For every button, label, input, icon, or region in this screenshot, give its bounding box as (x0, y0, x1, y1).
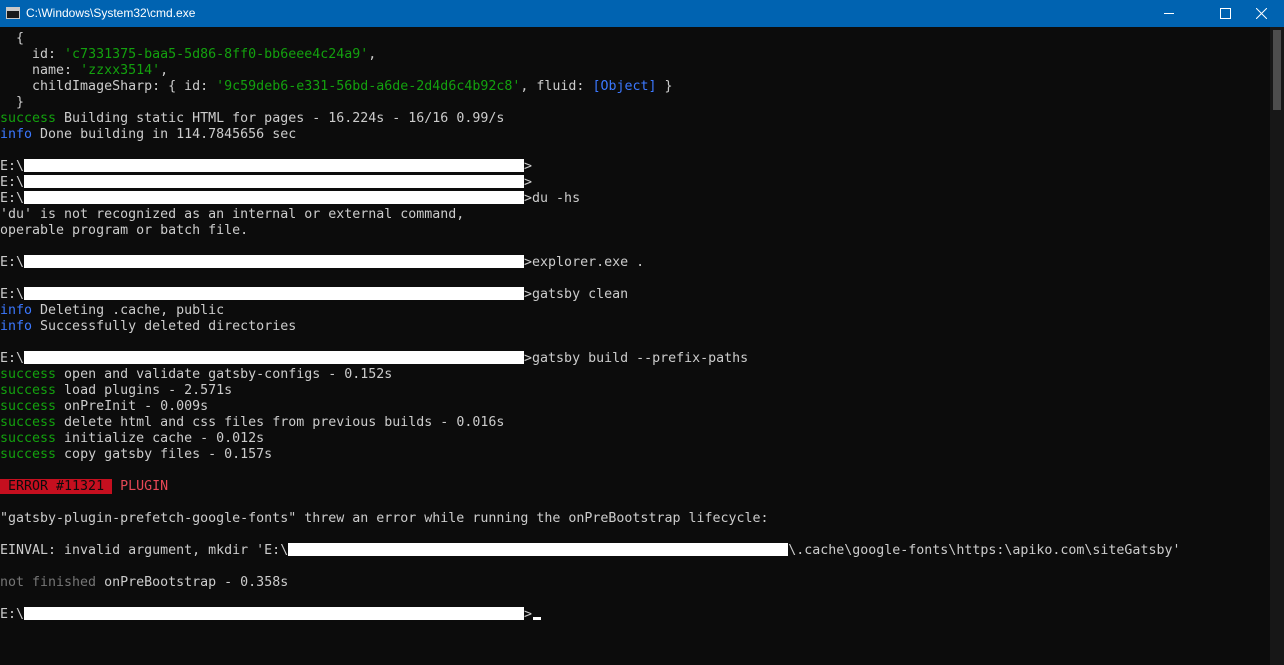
prompt-line: E:\ >du -hs (0, 191, 581, 206)
redacted-path (24, 255, 525, 268)
minimize-icon (1164, 13, 1174, 14)
console-line: { (0, 31, 25, 46)
console-line: info Successfully deleted directories (0, 319, 297, 334)
title-bar[interactable]: C:\Windows\System32\cmd.exe (0, 0, 1284, 27)
prompt-line: E:\ > (0, 159, 533, 174)
error-badge: ERROR #11321 (0, 479, 113, 494)
minimize-button[interactable] (1146, 0, 1192, 27)
console-line: success onPreInit - 0.009s (0, 399, 209, 414)
console-app-icon[interactable] (6, 7, 20, 19)
console-line: } (0, 95, 25, 110)
console-line: "gatsby-plugin-prefetch-google-fonts" th… (0, 511, 769, 526)
prompt-line: E:\ > (0, 175, 533, 190)
redacted-path (24, 607, 525, 620)
scrollbar-thumb[interactable] (1273, 30, 1281, 110)
redacted-path (288, 543, 789, 556)
console-line: name: 'zzxx3514', (0, 63, 169, 78)
console-line: operable program or batch file. (0, 223, 249, 238)
console-output[interactable]: { id: 'c7331375-baa5-5d86-8ff0-bb6eee4c2… (0, 27, 1270, 665)
console-line: success delete html and css files from p… (0, 415, 505, 430)
prompt-line: E:\ > (0, 607, 542, 623)
console-line: not finished onPreBootstrap - 0.358s (0, 575, 289, 590)
console-line: success load plugins - 2.571s (0, 383, 233, 398)
text-cursor (533, 617, 542, 620)
prompt-line: E:\ >gatsby build --prefix-paths (0, 351, 749, 366)
prompt-line: E:\ >explorer.exe . (0, 255, 645, 270)
error-header: ERROR #11321 PLUGIN (0, 479, 168, 495)
close-button[interactable] (1238, 0, 1284, 27)
console-line: success Building static HTML for pages -… (0, 111, 505, 126)
redacted-path (24, 191, 525, 204)
console-line: success initialize cache - 0.012s (0, 431, 265, 446)
maximize-icon (1219, 8, 1231, 19)
close-icon (1255, 8, 1267, 19)
redacted-path (24, 287, 525, 300)
redacted-path (24, 351, 525, 364)
prompt-line: E:\ >gatsby clean (0, 287, 629, 302)
console-line: success open and validate gatsby-configs… (0, 367, 393, 382)
redacted-path (24, 175, 525, 188)
console-line: childImageSharp: { id: '9c59deb6-e331-56… (0, 79, 673, 94)
vertical-scrollbar[interactable] (1270, 27, 1284, 665)
console-line: id: 'c7331375-baa5-5d86-8ff0-bb6eee4c24a… (0, 47, 377, 62)
error-type: PLUGIN (112, 479, 169, 494)
window-title: C:\Windows\System32\cmd.exe (26, 6, 196, 20)
redacted-path (24, 159, 525, 172)
console-line: EINVAL: invalid argument, mkdir 'E:\ \.ca… (0, 543, 1181, 558)
console-line: 'du' is not recognized as an internal or… (0, 207, 465, 222)
console-line: info Deleting .cache, public (0, 303, 225, 318)
console-line: success copy gatsby files - 0.157s (0, 447, 273, 462)
console-line: info Done building in 114.7845656 sec (0, 127, 297, 142)
